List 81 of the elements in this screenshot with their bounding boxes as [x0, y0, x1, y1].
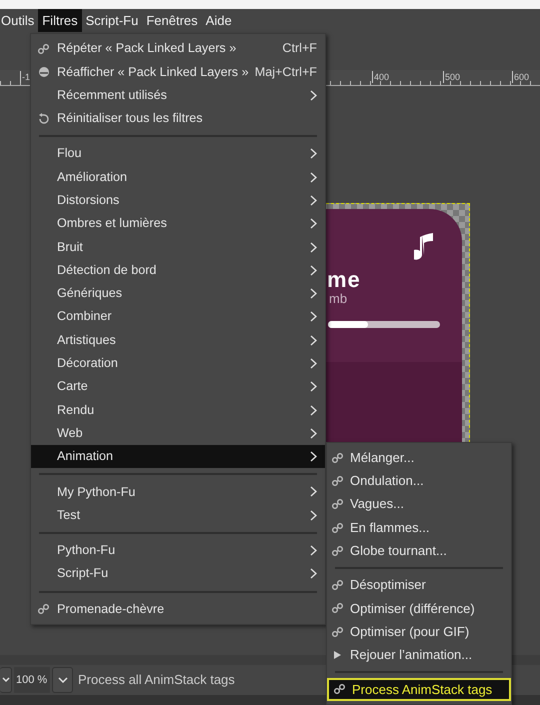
menu-item[interactable]: Vagues...	[327, 492, 511, 516]
menu-item[interactable]: Répéter « Pack Linked Layers » Ctrl+F	[31, 37, 325, 60]
plugin-icon	[333, 683, 347, 696]
menu-item[interactable]: Python-Fu	[31, 538, 325, 562]
menu-item[interactable]: Ombres et lumières	[31, 212, 325, 236]
chevron-right-icon	[310, 486, 317, 498]
ruler-label: 500	[443, 71, 460, 83]
chevron-right-icon	[310, 545, 317, 556]
menu-item[interactable]: Bruit	[31, 235, 325, 259]
menu-item[interactable]: Optimiser (différence)	[327, 596, 511, 620]
shortcut-label: Ctrl+F	[281, 40, 317, 58]
chevron-right-icon	[310, 334, 317, 346]
chevron-right-icon	[310, 510, 317, 521]
menu-item[interactable]: My Python-Fu	[31, 480, 325, 504]
menu-item[interactable]: Process AnimStack tags	[327, 678, 511, 701]
menu-item[interactable]: Fenêtres	[142, 9, 202, 32]
chevron-right-icon	[310, 381, 317, 392]
plugin-icon	[331, 498, 345, 510]
plugin-icon	[331, 626, 345, 638]
chevron-right-icon	[310, 264, 317, 276]
menu-item[interactable]: Décoration	[31, 352, 325, 376]
chevron-down-icon	[2, 677, 10, 683]
chevron-right-icon	[310, 568, 317, 580]
menu-item[interactable]: Globe tournant...	[327, 539, 511, 562]
reset-icon	[37, 112, 51, 125]
chevron-right-icon	[310, 311, 317, 322]
chevron-right-icon	[310, 242, 317, 253]
ruler-label: 400	[372, 71, 390, 83]
chevron-right-icon	[310, 194, 317, 206]
menu-item[interactable]: En flammes...	[327, 516, 511, 540]
menu-item[interactable]: Filtres	[38, 9, 82, 32]
menu-item[interactable]: Promenade-chèvre	[31, 598, 325, 621]
menu-item[interactable]: Distorsions	[31, 188, 325, 212]
chevron-right-icon	[310, 428, 317, 439]
menu-item[interactable]: Aide	[202, 9, 236, 32]
menu-item[interactable]: Mélanger...	[327, 446, 511, 470]
menu-item[interactable]: Détection de bord	[31, 258, 325, 282]
plugin-icon	[331, 522, 345, 534]
menu-item[interactable]: Optimiser (pour GIF)	[327, 620, 511, 644]
menu-item[interactable]: Combiner	[31, 305, 325, 329]
chevron-right-icon	[310, 90, 317, 101]
chevron-down-icon	[58, 677, 68, 683]
menu-item[interactable]: Animation	[31, 445, 325, 468]
menu-item[interactable]: Ondulation...	[327, 469, 511, 493]
chevron-right-icon	[310, 218, 317, 230]
menu-item[interactable]: Rendu	[31, 398, 325, 422]
menu-item[interactable]: Test	[31, 504, 325, 527]
zoom-field[interactable]: 100 %	[14, 667, 50, 693]
menu-item[interactable]: Amélioration	[31, 165, 325, 189]
plugin-icon	[37, 42, 51, 55]
menu-item[interactable]: Outils	[0, 9, 38, 32]
chevron-right-icon	[310, 288, 317, 300]
shortcut-label: Maj+Ctrl+F	[254, 64, 317, 81]
menu-item[interactable]: Script-Fu	[31, 562, 325, 586]
menu-item[interactable]: Rejouer l’animation...	[327, 643, 511, 667]
menu-item[interactable]: Réafficher « Pack Linked Layers » Maj+Ctrl+F	[31, 60, 325, 84]
ruler-label: 600	[512, 71, 530, 83]
plugin-icon	[37, 603, 51, 616]
chevron-right-icon	[310, 148, 317, 160]
menu-item[interactable]: Script-Fu	[82, 9, 142, 32]
menu-item[interactable]: Web	[31, 422, 325, 446]
zoom-dropdown[interactable]	[52, 667, 73, 693]
menu-item[interactable]: Génériques	[31, 282, 325, 306]
chevron-right-icon	[310, 404, 317, 416]
reshow-icon	[37, 66, 51, 78]
status-message: Process all AnimStack tags	[78, 671, 235, 690]
unit-dropdown[interactable]	[0, 667, 12, 693]
plugin-icon	[331, 602, 345, 614]
menu-item[interactable]: Réinitialiser tous les filtres	[31, 106, 325, 130]
plugin-icon	[331, 579, 345, 592]
menu-item[interactable]: Carte	[31, 375, 325, 398]
menu-item[interactable]: Désoptimiser	[327, 573, 511, 597]
chevron-right-icon	[310, 451, 317, 462]
plugin-icon	[331, 544, 345, 557]
menu-item[interactable]: Artistiques	[31, 328, 325, 352]
plugin-icon	[331, 452, 345, 464]
plugin-icon	[331, 474, 345, 487]
chevron-right-icon	[310, 358, 317, 369]
menu-item[interactable]: Flou	[31, 142, 325, 166]
menu-item[interactable]: Récemment utilisés	[31, 84, 325, 107]
chevron-right-icon	[310, 172, 317, 183]
